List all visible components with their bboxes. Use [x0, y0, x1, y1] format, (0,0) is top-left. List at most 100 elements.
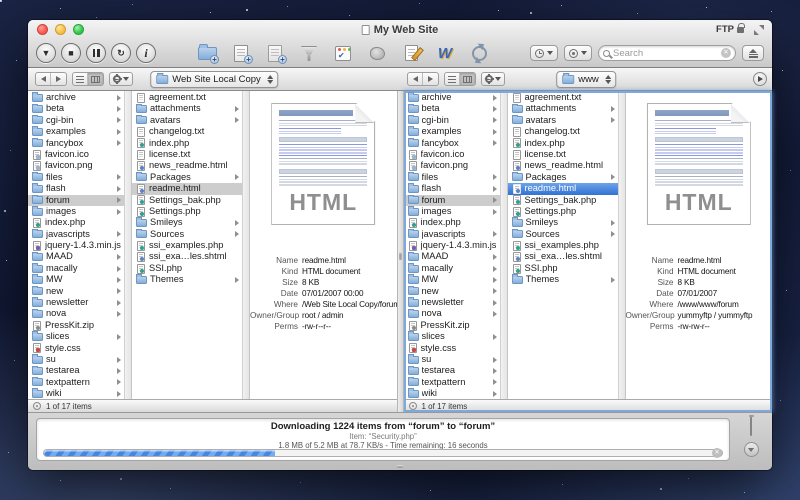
remote-file-column[interactable]: agreement.txt attachments avatars — [508, 91, 618, 399]
local-folder-column[interactable]: archive beta cgi-bin — [28, 91, 124, 399]
list-item[interactable]: index.php — [404, 217, 500, 228]
path-popup-remote[interactable]: www — [556, 71, 616, 88]
new-file-button[interactable]: + — [230, 43, 252, 63]
list-item[interactable]: agreement.txt — [132, 92, 242, 103]
back-button[interactable] — [36, 73, 51, 85]
list-item[interactable]: ssi_examples.php — [132, 240, 242, 251]
list-item[interactable]: forum — [28, 195, 124, 206]
list-item[interactable]: changelog.txt — [132, 126, 242, 137]
gear-menu-button[interactable] — [110, 73, 132, 85]
list-item[interactable]: avatars — [508, 115, 618, 126]
list-item[interactable]: index.php — [132, 138, 242, 149]
history-menu-button[interactable] — [530, 45, 558, 61]
list-item[interactable]: style.css — [28, 343, 124, 354]
list-item[interactable]: license.txt — [132, 149, 242, 160]
list-item[interactable]: SSI.php — [508, 263, 618, 274]
activity-menu-button[interactable] — [564, 45, 592, 61]
list-item[interactable]: Sources — [508, 229, 618, 240]
column-view-button[interactable] — [88, 73, 103, 85]
list-item[interactable]: favicon.png — [404, 160, 500, 171]
drawer-toggle-button[interactable] — [744, 442, 759, 457]
list-item[interactable]: Settings.php — [508, 206, 618, 217]
back-button[interactable] — [408, 73, 423, 85]
minimize-button[interactable] — [55, 24, 66, 35]
remote-folder-column[interactable]: archive beta cgi-bin — [404, 91, 500, 399]
list-item[interactable]: index.php — [508, 138, 618, 149]
list-item[interactable]: PressKit.zip — [28, 320, 124, 331]
list-item[interactable]: new — [28, 286, 124, 297]
list-item[interactable]: flash — [404, 183, 500, 194]
list-item[interactable]: Sources — [132, 229, 242, 240]
list-item[interactable]: wiki — [404, 388, 500, 399]
list-item[interactable]: favicon.ico — [404, 149, 500, 160]
list-item[interactable]: examples — [404, 126, 500, 137]
scrollbar[interactable] — [500, 91, 508, 399]
list-item[interactable]: cgi-bin — [28, 115, 124, 126]
list-item[interactable]: news_readme.html — [132, 160, 242, 171]
list-item[interactable]: PressKit.zip — [404, 320, 500, 331]
list-item[interactable]: favicon.ico — [28, 149, 124, 160]
list-item[interactable]: jquery-1.4.3.min.js — [28, 240, 124, 251]
list-item[interactable]: newsletter — [28, 297, 124, 308]
list-item[interactable]: archive — [404, 92, 500, 103]
connect-play-button[interactable] — [753, 72, 767, 86]
list-item[interactable]: beta — [404, 103, 500, 114]
list-item[interactable]: license.txt — [508, 149, 618, 160]
list-item[interactable]: changelog.txt — [508, 126, 618, 137]
disconnect-button[interactable] — [742, 45, 764, 61]
list-item[interactable]: ssi_exa…les.shtml — [132, 251, 242, 262]
panel-divider[interactable] — [397, 91, 404, 412]
list-item[interactable]: images — [404, 206, 500, 217]
cancel-transfer-icon[interactable]: ✕ — [712, 448, 722, 458]
list-item[interactable]: index.php — [28, 217, 124, 228]
clear-search-icon[interactable]: ✕ — [721, 48, 731, 58]
list-item[interactable]: MAAD — [404, 251, 500, 262]
column-view-button[interactable] — [460, 73, 475, 85]
list-view-button[interactable] — [73, 73, 88, 85]
list-item[interactable]: ssi_exa…les.shtml — [508, 251, 618, 262]
local-file-column[interactable]: agreement.txt attachments avatars — [132, 91, 242, 399]
list-item[interactable]: attachments — [508, 103, 618, 114]
list-item[interactable]: testarea — [28, 365, 124, 376]
list-item[interactable]: files — [28, 172, 124, 183]
list-item[interactable]: jquery-1.4.3.min.js — [404, 240, 500, 251]
list-item[interactable]: attachments — [132, 103, 242, 114]
refresh-button[interactable]: ↻ — [111, 43, 131, 63]
scrollbar[interactable] — [124, 91, 132, 399]
gear-menu-button[interactable] — [482, 73, 504, 85]
search-field[interactable]: ✕ — [598, 45, 736, 61]
forward-button[interactable] — [51, 73, 66, 85]
list-item[interactable]: Settings_bak.php — [508, 195, 618, 206]
forward-button[interactable] — [423, 73, 438, 85]
list-item[interactable]: Packages — [132, 172, 242, 183]
list-item[interactable]: forum — [404, 195, 500, 206]
list-item[interactable]: agreement.txt — [508, 92, 618, 103]
list-item[interactable]: readme.html — [508, 183, 618, 194]
list-item[interactable]: textpattern — [28, 377, 124, 388]
duplicate-file-button[interactable]: + — [264, 43, 286, 63]
list-item[interactable]: javascripts — [28, 229, 124, 240]
list-item[interactable]: Packages — [508, 172, 618, 183]
titlebar[interactable]: My Web Site FTP — [28, 20, 772, 39]
archive-button[interactable] — [366, 43, 388, 63]
list-view-button[interactable] — [445, 73, 460, 85]
new-folder-button[interactable]: + — [196, 43, 218, 63]
edit-note-button[interactable] — [400, 43, 422, 63]
search-input[interactable] — [613, 48, 718, 59]
list-item[interactable]: ssi_examples.php — [508, 240, 618, 251]
fullscreen-icon[interactable] — [754, 25, 764, 35]
list-item[interactable]: favicon.png — [28, 160, 124, 171]
list-item[interactable]: flash — [28, 183, 124, 194]
list-item[interactable]: MAAD — [28, 251, 124, 262]
info-button[interactable]: i — [136, 43, 156, 63]
list-item[interactable]: textpattern — [404, 377, 500, 388]
tasks-button[interactable] — [332, 43, 354, 63]
list-item[interactable]: MW — [28, 274, 124, 285]
list-item[interactable]: Settings_bak.php — [132, 195, 242, 206]
list-item[interactable]: fancybox — [404, 138, 500, 149]
list-item[interactable]: fancybox — [28, 138, 124, 149]
list-item[interactable]: Themes — [132, 274, 242, 285]
list-item[interactable]: Settings.php — [132, 206, 242, 217]
list-item[interactable]: slices — [404, 331, 500, 342]
list-item[interactable]: SSI.php — [132, 263, 242, 274]
